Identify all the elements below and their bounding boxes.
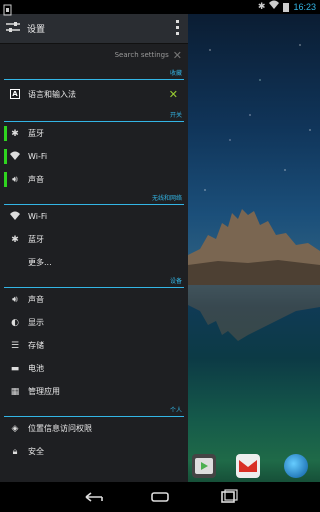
setting-label: 声音 (28, 175, 44, 184)
setting-sound[interactable]: 🔊︎ 声音 (0, 288, 188, 311)
home-dock (188, 452, 320, 482)
setting-label: 管理应用 (28, 387, 60, 396)
rock-formation (188, 209, 320, 285)
setting-battery[interactable]: ▬ 电池 (0, 357, 188, 380)
section-header-wireless: 无线和网络 (0, 191, 188, 205)
selected-indicator (4, 172, 7, 187)
gmail-icon[interactable] (236, 454, 260, 478)
setting-bluetooth[interactable]: ✱ 蓝牙 (0, 228, 188, 251)
bluetooth-icon: ✱ (257, 2, 266, 12)
setting-security[interactable]: 🔒︎ 安全 (0, 440, 188, 463)
brightness-icon: ◐ (11, 317, 19, 328)
recents-icon[interactable] (216, 488, 240, 506)
selected-indicator (4, 126, 7, 141)
action-bar: 设置 (0, 14, 188, 44)
setting-label: 位置信息访问权限 (28, 424, 92, 433)
battery-icon (283, 2, 290, 12)
settings-tune-icon[interactable] (3, 21, 23, 36)
remove-favorite-icon[interactable]: ✕ (169, 88, 178, 101)
setting-wifi[interactable]: Wi-Fi (0, 205, 188, 228)
setting-apps[interactable]: ▦ 管理应用 (0, 380, 188, 403)
toggle-bluetooth[interactable]: ✱ 蓝牙 (0, 122, 188, 145)
setting-label: 电池 (28, 364, 44, 373)
overflow-menu-icon[interactable] (176, 20, 180, 35)
setting-label: 存储 (28, 341, 44, 350)
toggle-wifi[interactable]: Wi-Fi (0, 145, 188, 168)
lock-icon: 🔒︎ (12, 446, 18, 457)
setting-language-input[interactable]: A 语言和输入法 ✕ (0, 80, 188, 108)
status-bar: ✱ 16:23 (0, 0, 320, 16)
setting-label: Wi-Fi (28, 212, 48, 221)
setting-label: 语言和输入法 (28, 89, 76, 99)
wifi-icon (8, 211, 22, 223)
setting-label: 显示 (28, 318, 44, 327)
setting-label: 声音 (28, 295, 44, 304)
battery-icon: ▬ (10, 363, 20, 374)
play-store-icon[interactable] (192, 454, 216, 478)
setting-label: 安全 (28, 447, 44, 456)
section-header-toggles: 开关 (0, 108, 188, 122)
toggle-sound[interactable]: 🔊︎ 声音 (0, 168, 188, 191)
sound-icon: 🔊︎ (12, 294, 18, 305)
setting-location[interactable]: ◈ 位置信息访问权限 (0, 417, 188, 440)
wifi-icon (8, 151, 22, 163)
apps-icon: ▦ (10, 386, 20, 397)
back-icon[interactable] (82, 488, 106, 506)
setting-label: 更多... (28, 258, 52, 267)
setting-storage[interactable]: ☰ 存储 (0, 334, 188, 357)
selected-indicator (4, 149, 7, 164)
setting-label: Wi-Fi (28, 152, 48, 161)
browser-icon[interactable] (284, 454, 308, 478)
settings-panel: 设置 Search settings ✕ 收藏 A 语言和输入法 ✕ 开关 ✱ … (0, 14, 188, 482)
setting-display[interactable]: ◐ 显示 (0, 311, 188, 334)
keyboard-a-icon: A (8, 89, 22, 99)
sound-icon: 🔊︎ (12, 174, 18, 185)
location-icon: ◈ (11, 423, 19, 434)
section-header-device: 设备 (0, 274, 188, 288)
rock-reflection (188, 285, 320, 341)
home-icon[interactable] (148, 488, 172, 506)
storage-icon: ☰ (10, 340, 20, 351)
bluetooth-icon: ✱ (11, 128, 19, 139)
section-header-personal: 个人 (0, 403, 188, 417)
setting-label: 蓝牙 (28, 235, 44, 244)
wifi-icon (269, 0, 280, 14)
status-time: 16:23 (293, 2, 316, 12)
navigation-bar (0, 482, 320, 512)
page-title: 设置 (27, 25, 46, 35)
section-header-favorites: 收藏 (0, 66, 188, 80)
clear-search-icon[interactable]: ✕ (173, 49, 182, 62)
search-placeholder[interactable]: Search settings (115, 51, 169, 59)
setting-label: 蓝牙 (28, 129, 44, 138)
setting-more[interactable]: 更多... (0, 251, 188, 274)
notification-icon (3, 1, 13, 20)
stars (190, 20, 320, 210)
search-field[interactable]: Search settings ✕ (0, 44, 188, 66)
bluetooth-icon: ✱ (11, 234, 19, 245)
